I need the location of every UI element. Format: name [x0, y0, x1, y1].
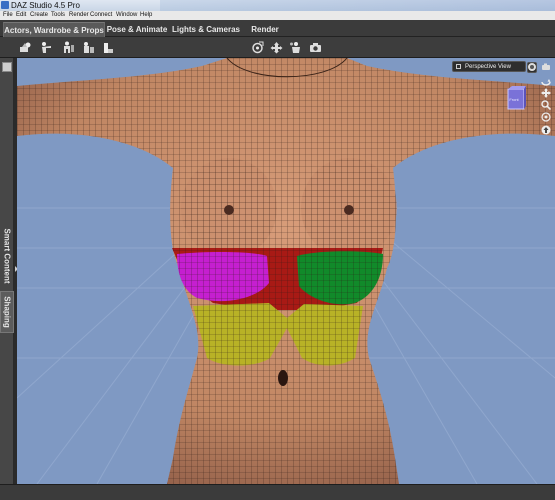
window-title: DAZ Studio 4.5 Pro — [11, 1, 80, 10]
zoom-icon[interactable] — [541, 100, 551, 110]
camera-view-icon — [456, 64, 461, 69]
shaping-label: Shaping — [2, 296, 12, 328]
menu-help[interactable]: Help — [140, 11, 152, 20]
activity-tab-bar: Actors, Wardrobe & Props Pose & Animate … — [0, 20, 555, 37]
menu-tools[interactable]: Tools — [51, 11, 65, 20]
tab-actors-wardrobe-props[interactable]: Actors, Wardrobe & Props — [3, 22, 105, 37]
figure-pose-tool-icon[interactable] — [289, 41, 302, 54]
aux-view-icon[interactable] — [527, 62, 537, 72]
wardrobe-icon[interactable] — [82, 41, 95, 54]
figure-shape-icon[interactable] — [62, 41, 75, 54]
tab-pose-animate[interactable]: Pose & Animate — [106, 22, 168, 37]
menu-connect[interactable]: Connect — [90, 11, 112, 20]
tab-render[interactable]: Render — [247, 22, 283, 37]
view-cube-label: Front — [509, 97, 519, 102]
pose-figure-icon[interactable] — [40, 41, 53, 54]
view-selector-label: Perspective View — [465, 64, 511, 70]
camera-menu-icon[interactable] — [541, 62, 551, 72]
render-camera-icon[interactable] — [309, 41, 322, 54]
left-side-panel: Smart Content Shaping — [0, 58, 14, 484]
menu-bar: File Edit Create Tools Render Connect Wi… — [0, 11, 555, 20]
orbit-icon[interactable] — [541, 76, 551, 86]
toolbar — [0, 37, 555, 58]
panel-menu-icon[interactable] — [2, 62, 12, 72]
taskbar-background-strip — [160, 0, 555, 11]
frame-icon[interactable] — [541, 112, 551, 122]
prop-icon[interactable] — [101, 41, 114, 54]
app-icon — [1, 1, 9, 9]
title-bar: DAZ Studio 4.5 Pro — [0, 0, 555, 11]
translate-tool-icon[interactable] — [270, 41, 283, 54]
tab-lights-cameras[interactable]: Lights & Cameras — [171, 22, 241, 37]
smart-content-label: Smart Content — [2, 228, 12, 284]
menu-render[interactable]: Render — [69, 11, 89, 20]
status-bar — [0, 484, 555, 500]
daz-studio-window: DAZ Studio 4.5 Pro File Edit Create Tool… — [0, 0, 555, 500]
target-tool-icon[interactable] — [251, 41, 264, 54]
menu-window[interactable]: Window — [116, 11, 137, 20]
load-figure-icon[interactable] — [19, 41, 32, 54]
pan-icon[interactable] — [541, 88, 551, 98]
viewport-3d[interactable] — [17, 58, 555, 484]
tab-shaping[interactable]: Shaping — [0, 291, 14, 333]
tab-smart-content[interactable]: Smart Content — [0, 222, 14, 290]
menu-edit[interactable]: Edit — [16, 11, 26, 20]
menu-create[interactable]: Create — [30, 11, 48, 20]
scene-render — [17, 58, 555, 484]
navel-mark — [278, 370, 288, 386]
menu-file[interactable]: File — [3, 11, 13, 20]
view-selector-dropdown[interactable]: Perspective View — [452, 61, 537, 73]
reset-view-icon[interactable] — [541, 125, 551, 135]
